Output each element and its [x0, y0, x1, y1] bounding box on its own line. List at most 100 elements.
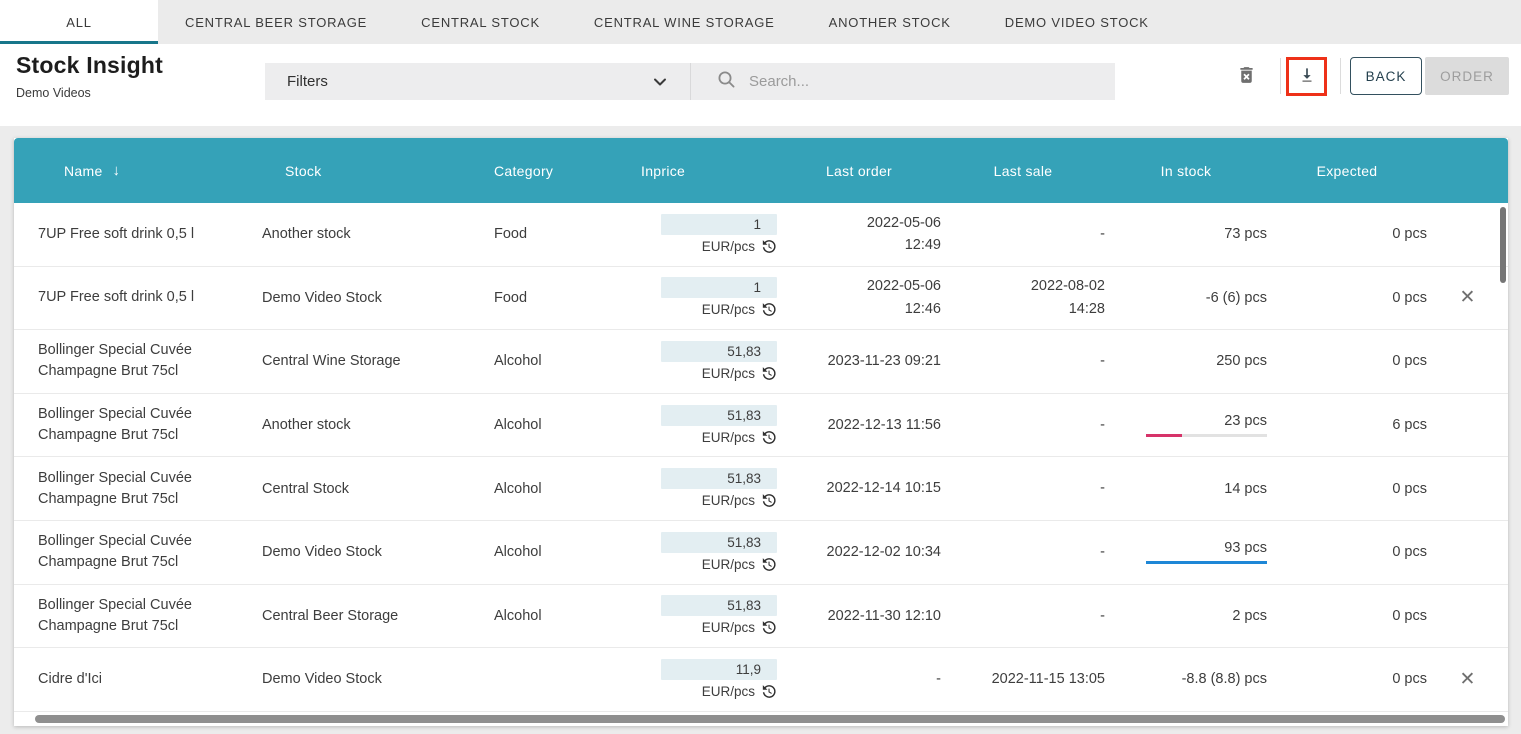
- stock-tab-bar: ALLCENTRAL BEER STORAGECENTRAL STOCKCENT…: [0, 0, 1521, 44]
- cell-name: Cidre d'Ici: [14, 648, 262, 711]
- sort-descending-icon: ↓: [113, 162, 121, 179]
- price-unit-label: EUR/pcs: [702, 620, 755, 635]
- price-history-icon[interactable]: [760, 301, 777, 318]
- price-value: 1: [661, 277, 777, 298]
- table-row[interactable]: Bollinger Special Cuvée Champagne Brut 7…: [14, 457, 1508, 521]
- filter-search-bar: Filters: [265, 63, 1115, 100]
- price-history-icon[interactable]: [760, 683, 777, 700]
- clear-selection-button[interactable]: [1228, 58, 1264, 94]
- cell-in-stock: 250 pcs: [1105, 330, 1267, 393]
- price-history-icon[interactable]: [760, 492, 777, 509]
- cell-name: Bollinger Special Cuvée Champagne Brut 7…: [14, 330, 262, 393]
- price-unit-row: EUR/pcs: [702, 619, 777, 636]
- filters-label: Filters: [287, 73, 328, 90]
- cell-last-order: 2022-05-06 12:46: [777, 267, 941, 330]
- tab-another-stock[interactable]: ANOTHER STOCK: [802, 0, 978, 44]
- price-history-icon[interactable]: [760, 619, 777, 636]
- table-row[interactable]: 7UP Free soft drink 0,5 l Demo Video Sto…: [14, 267, 1508, 331]
- cell-expected: 0 pcs: [1267, 648, 1427, 711]
- vertical-scrollbar-thumb[interactable]: [1500, 207, 1506, 283]
- column-header-actions: [1427, 138, 1508, 203]
- price-history-icon[interactable]: [760, 429, 777, 446]
- column-header-in-stock[interactable]: In stock: [1105, 138, 1267, 203]
- price-value: 51,83: [661, 595, 777, 616]
- order-button[interactable]: ORDER: [1425, 57, 1509, 95]
- page-title: Stock Insight: [16, 52, 163, 79]
- cell-last-sale: -: [941, 457, 1105, 520]
- cell-stock: Central Stock: [262, 457, 494, 520]
- remove-row-icon[interactable]: ✕: [1460, 288, 1476, 307]
- cell-in-stock: 73 pcs: [1105, 203, 1267, 266]
- table-row[interactable]: Bollinger Special Cuvée Champagne Brut 7…: [14, 394, 1508, 458]
- trash-x-icon: [1236, 64, 1257, 89]
- table-row[interactable]: Cidre d'Ici Demo Video Stock 11,9 EUR/pc…: [14, 648, 1508, 712]
- column-label: Category: [494, 163, 553, 179]
- controls-divider: [1280, 58, 1281, 94]
- price-value: 51,83: [661, 341, 777, 362]
- page-header: Stock Insight Demo Videos Filters: [0, 44, 1521, 126]
- price-unit-row: EUR/pcs: [702, 365, 777, 382]
- column-label: Stock: [285, 163, 322, 179]
- column-header-last-sale[interactable]: Last sale: [941, 138, 1105, 203]
- cell-actions: ✕: [1427, 330, 1508, 393]
- column-label: Last sale: [994, 163, 1053, 179]
- cell-inprice: 51,83 EUR/pcs: [634, 521, 777, 584]
- tab-central-beer-storage[interactable]: CENTRAL BEER STORAGE: [158, 0, 394, 44]
- column-header-stock[interactable]: Stock: [262, 138, 494, 203]
- price-unit-label: EUR/pcs: [702, 684, 755, 699]
- cell-stock: Demo Video Stock: [262, 267, 494, 330]
- cell-category: [494, 648, 634, 711]
- cell-stock: Another stock: [262, 394, 494, 457]
- cell-category: Food: [494, 267, 634, 330]
- price-unit-row: EUR/pcs: [702, 301, 777, 318]
- price-unit-label: EUR/pcs: [702, 493, 755, 508]
- cell-name: Bollinger Special Cuvée Champagne Brut 7…: [14, 521, 262, 584]
- remove-row-icon[interactable]: ✕: [1460, 670, 1476, 689]
- horizontal-scrollbar-thumb[interactable]: [35, 715, 1505, 723]
- table-body: 7UP Free soft drink 0,5 l Another stock …: [14, 203, 1508, 712]
- price-history-icon[interactable]: [760, 365, 777, 382]
- tab-demo-video-stock[interactable]: DEMO VIDEO STOCK: [978, 0, 1176, 44]
- cell-actions: ✕: [1427, 203, 1508, 266]
- cell-expected: 0 pcs: [1267, 330, 1427, 393]
- cell-expected: 0 pcs: [1267, 267, 1427, 330]
- cell-last-sale: 2022-11-15 13:05: [941, 648, 1105, 711]
- cell-in-stock: 14 pcs: [1105, 457, 1267, 520]
- tab-central-stock[interactable]: CENTRAL STOCK: [394, 0, 567, 44]
- export-download-button[interactable]: [1286, 57, 1327, 96]
- table-row[interactable]: Bollinger Special Cuvée Champagne Brut 7…: [14, 330, 1508, 394]
- table-row[interactable]: 7UP Free soft drink 0,5 l Another stock …: [14, 203, 1508, 267]
- chevron-down-icon: [652, 74, 668, 90]
- cell-category: Food: [494, 203, 634, 266]
- column-header-category[interactable]: Category: [494, 138, 634, 203]
- tab-central-wine-storage[interactable]: CENTRAL WINE STORAGE: [567, 0, 802, 44]
- cell-name: Bollinger Special Cuvée Champagne Brut 7…: [14, 585, 262, 648]
- column-label: Expected: [1317, 163, 1378, 179]
- cell-last-order: -: [777, 648, 941, 711]
- cell-last-order: 2022-05-06 12:49: [777, 203, 941, 266]
- search-input[interactable]: [747, 72, 1115, 91]
- price-unit-row: EUR/pcs: [702, 429, 777, 446]
- cell-expected: 0 pcs: [1267, 203, 1427, 266]
- cell-inprice: 51,83 EUR/pcs: [634, 330, 777, 393]
- stock-table: Name↓ Stock Category InpriceLast order Last …: [14, 138, 1508, 726]
- cell-stock: Another stock: [262, 203, 494, 266]
- cell-last-sale: -: [941, 521, 1105, 584]
- cell-category: Alcohol: [494, 457, 634, 520]
- column-header-last-order[interactable]: Last order: [777, 138, 941, 203]
- table-row[interactable]: Bollinger Special Cuvée Champagne Brut 7…: [14, 521, 1508, 585]
- column-header-inprice[interactable]: Inprice: [634, 138, 777, 203]
- filters-dropdown[interactable]: Filters: [265, 63, 690, 100]
- tab-all[interactable]: ALL: [0, 0, 158, 44]
- table-row[interactable]: Bollinger Special Cuvée Champagne Brut 7…: [14, 585, 1508, 649]
- cell-last-order: 2023-11-23 09:21: [777, 330, 941, 393]
- back-button[interactable]: BACK: [1350, 57, 1422, 95]
- price-history-icon[interactable]: [760, 238, 777, 255]
- price-history-icon[interactable]: [760, 556, 777, 573]
- cell-actions: ✕: [1427, 394, 1508, 457]
- cell-actions: ✕: [1427, 457, 1508, 520]
- price-unit-label: EUR/pcs: [702, 239, 755, 254]
- column-header-name[interactable]: Name↓: [14, 138, 262, 203]
- price-unit-row: EUR/pcs: [702, 492, 777, 509]
- column-header-expected[interactable]: Expected: [1267, 138, 1427, 203]
